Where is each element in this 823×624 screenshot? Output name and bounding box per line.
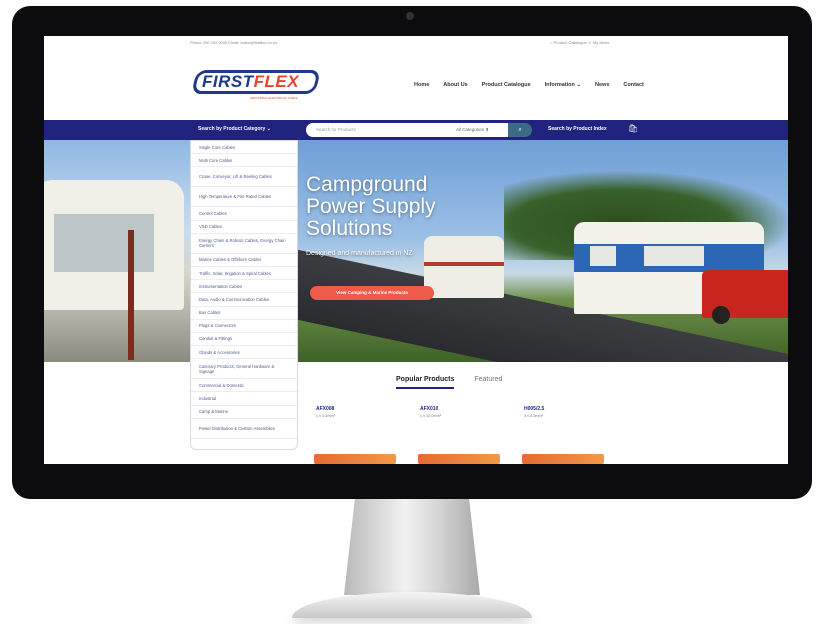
chevron-down-icon: ⌄: [266, 126, 271, 132]
cart-icon[interactable]: 🛍: [628, 124, 638, 134]
category-item[interactable]: Power Distribution & Custom Assemblies: [191, 419, 297, 439]
category-item[interactable]: Instrumentation Cables: [191, 280, 297, 294]
category-item[interactable]: Bus Cables: [191, 307, 297, 320]
category-item[interactable]: Camp & Marine: [191, 406, 297, 419]
product-image: [314, 454, 396, 464]
category-item[interactable]: Catenary Products, General Hardware & Si…: [191, 359, 297, 380]
product-image: [418, 454, 500, 464]
product-code: AFX008: [316, 406, 335, 412]
hero-title: Campground Power Supply Solutions: [306, 173, 436, 240]
caravan-image: [44, 180, 184, 310]
utility-bar: Phone 250 254 0000 Email: sales@firstfle…: [44, 36, 788, 48]
nav-information[interactable]: Information ⌄: [545, 82, 581, 88]
product-image: [522, 454, 604, 464]
contact-info: Phone 250 254 0000 Email: sales@firstfle…: [190, 40, 278, 45]
product-tabs: Popular Products Featured: [396, 376, 502, 389]
category-item[interactable]: Multi Core Cables: [191, 154, 297, 168]
firstflex-logo[interactable]: FIRSTFLEX INDUSTRIAL ELECTRICAL CABLE: [191, 70, 321, 108]
category-item[interactable]: High Temperature & Fire Rated Cables: [191, 187, 297, 208]
search-icon[interactable]: ⌕: [508, 123, 532, 137]
category-item[interactable]: Crane, Conveyor, Lift & Reeling Cables: [191, 167, 297, 188]
logo-tagline: INDUSTRIAL ELECTRICAL CABLE: [250, 96, 298, 100]
category-item[interactable]: Commercial & Domestic: [191, 379, 297, 393]
category-item[interactable]: Conduit & Fittings: [191, 333, 297, 347]
category-item[interactable]: Industrial: [191, 392, 297, 406]
product-grid: AFX008 1 x 0.4mm² AFX010 1 x 10.0mm² H00…: [308, 404, 604, 464]
hero-cta-button[interactable]: View Camping & Marine Products: [310, 286, 434, 300]
hero-subtitle: Designed and manufactured in NZ: [306, 250, 413, 257]
product-card[interactable]: AFX008 1 x 0.4mm²: [308, 404, 396, 464]
logo-wordmark: FIRSTFLEX: [202, 72, 300, 91]
truck-image: [702, 270, 788, 324]
monitor-stand: [344, 499, 480, 595]
category-item[interactable]: Single Core Cables: [191, 141, 297, 155]
product-size: 1 x 0.4mm²: [316, 414, 335, 418]
product-code: AFX010: [420, 406, 439, 412]
category-menu: Single Core Cables Multi Core Cables Cra…: [190, 140, 298, 450]
category-item[interactable]: VSD Cables: [191, 221, 297, 234]
nav-news[interactable]: News: [595, 82, 609, 88]
product-code: H005/2.5: [524, 406, 545, 412]
category-item[interactable]: Control Cables: [191, 207, 297, 221]
product-card[interactable]: H005/2.5 3 x 2.5mm²: [516, 404, 604, 464]
hero-banner: Campground Power Supply Solutions Design…: [44, 140, 788, 362]
tab-popular-products[interactable]: Popular Products: [396, 376, 455, 389]
monitor-stand-base: [292, 592, 532, 618]
search-bar: Search by Product Category ⌄ Search for …: [44, 120, 788, 140]
product-size: 1 x 10.0mm²: [420, 414, 442, 418]
category-item[interactable]: Glands & Accessories: [191, 346, 297, 360]
category-select[interactable]: All Categories ⬍: [456, 127, 489, 133]
account-links[interactable]: ⌂ Product Catalogue ☺ My Items: [550, 40, 609, 45]
nav-about[interactable]: About Us: [443, 82, 467, 88]
category-item[interactable]: Energy Chain & Robotic Cables, Energy Ch…: [191, 234, 297, 254]
webcam-icon: [406, 12, 414, 20]
category-item[interactable]: Plugs & Connectors: [191, 320, 297, 333]
tab-featured[interactable]: Featured: [474, 376, 502, 389]
product-size: 3 x 2.5mm²: [524, 414, 543, 418]
website-screen: Phone 250 254 0000 Email: sales@firstfle…: [44, 36, 788, 464]
category-item[interactable]: Traffic, Solar, Irrigation & Spiral Cabl…: [191, 267, 297, 281]
category-item[interactable]: Data, Audio & Communication Cables: [191, 293, 297, 307]
search-input[interactable]: Search for Products All Categories ⬍: [306, 123, 508, 137]
hero-text: Campground Power Supply Solutions Design…: [306, 173, 466, 258]
product-card[interactable]: AFX010 1 x 10.0mm²: [412, 404, 500, 464]
nav-catalogue[interactable]: Product Catalogue: [482, 82, 531, 88]
nav-contact[interactable]: Contact: [623, 82, 643, 88]
main-nav: Home About Us Product Catalogue Informat…: [414, 82, 644, 88]
product-index-link[interactable]: Search by Product Index: [548, 126, 607, 132]
category-item[interactable]: Marine Cables & Offshore Cables: [191, 254, 297, 267]
nav-home[interactable]: Home: [414, 82, 429, 88]
power-pole-image: [128, 230, 134, 360]
search-placeholder: Search for Products: [316, 127, 356, 132]
category-dropdown-button[interactable]: Search by Product Category ⌄: [198, 126, 271, 132]
hero-image-left: [44, 140, 194, 362]
